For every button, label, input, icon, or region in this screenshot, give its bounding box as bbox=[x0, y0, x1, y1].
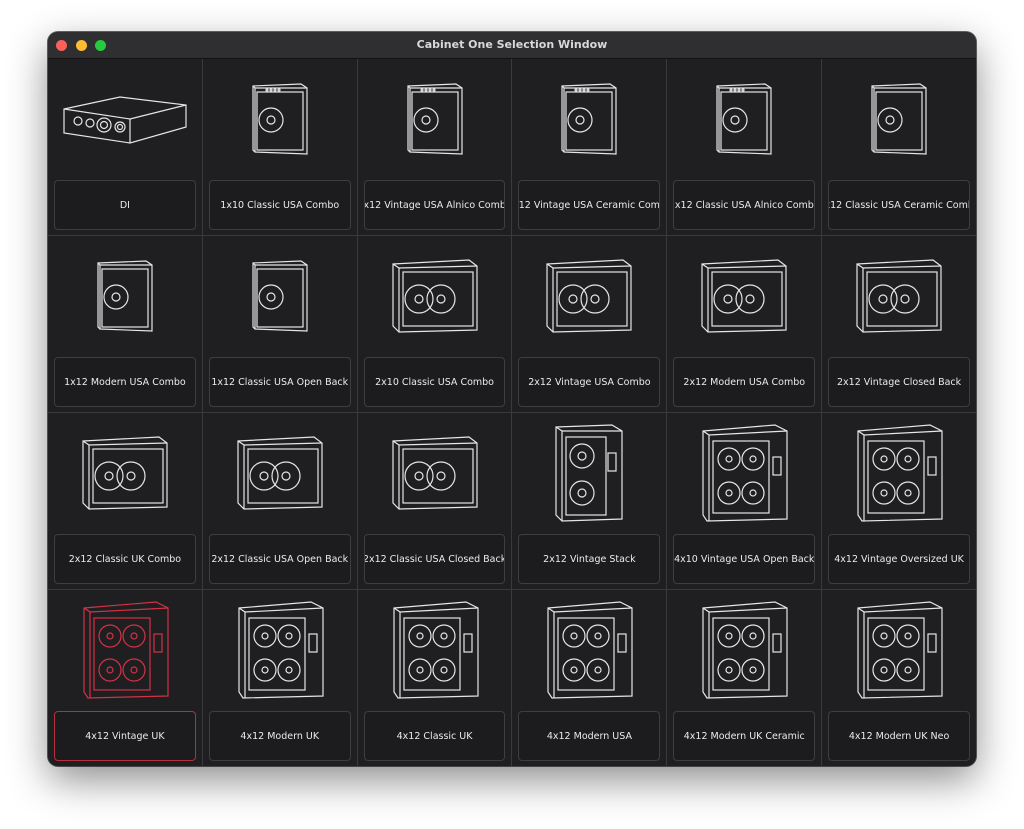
speaker-cabinet-icon[interactable] bbox=[822, 598, 976, 702]
speaker-cabinet-icon[interactable] bbox=[822, 421, 976, 525]
cabinet-select-button[interactable]: 4x12 Vintage UK bbox=[54, 711, 196, 761]
cabinet-select-button[interactable]: 4x12 Modern UK bbox=[208, 711, 351, 761]
cabinet-select-button[interactable]: 1x12 Classic USA Alnico Combo bbox=[673, 180, 816, 230]
window-title: Cabinet One Selection Window bbox=[416, 38, 608, 51]
speaker-cabinet-icon[interactable] bbox=[512, 67, 666, 171]
cabinet-select-button[interactable]: 4x10 Vintage USA Open Back bbox=[673, 534, 816, 584]
cabinet-select-button[interactable]: 2x12 Classic USA Closed Back bbox=[363, 534, 506, 584]
speaker-cabinet-icon[interactable] bbox=[822, 67, 976, 171]
cabinet-cell-2x12-classic-usa-open-back[interactable]: 2x12 Classic USA Open Back bbox=[202, 413, 357, 589]
cabinet-cell-1x12-classic-usa-open-back[interactable]: 1x12 Classic USA Open Back bbox=[202, 236, 357, 412]
speaker-cabinet-icon[interactable] bbox=[203, 598, 357, 702]
cabinet-select-button[interactable]: 2x12 Classic USA Open Back bbox=[208, 534, 351, 584]
cabinet-select-button[interactable]: 2x12 Vintage Stack bbox=[518, 534, 661, 584]
speaker-cabinet-icon[interactable] bbox=[358, 598, 512, 702]
speaker-cabinet-icon[interactable] bbox=[512, 421, 666, 525]
cabinet-select-button[interactable]: 1x12 Modern USA Combo bbox=[54, 357, 196, 407]
cabinet-cell-4x10-vintage-usa-open-back[interactable]: 4x10 Vintage USA Open Back bbox=[667, 413, 822, 589]
cabinet-cell-4x12-vintage-uk[interactable]: 4x12 Vintage UK bbox=[48, 590, 202, 766]
cabinet-select-button[interactable]: 2x12 Vintage Closed Back bbox=[828, 357, 970, 407]
cabinet-grid: DI 1x10 Classic USA Combo 1x12 Vintage USA… bbox=[48, 59, 976, 766]
cabinet-cell-2x12-classic-uk-combo[interactable]: 2x12 Classic UK Combo bbox=[48, 413, 202, 589]
cabinet-cell-4x12-modern-uk[interactable]: 4x12 Modern UK bbox=[202, 590, 357, 766]
speaker-cabinet-icon[interactable] bbox=[512, 598, 666, 702]
speaker-cabinet-icon[interactable] bbox=[667, 421, 821, 525]
speaker-cabinet-icon[interactable] bbox=[358, 244, 512, 348]
cabinet-select-button[interactable]: 2x12 Vintage USA Combo bbox=[518, 357, 661, 407]
cabinet-cell-1x12-modern-usa-combo[interactable]: 1x12 Modern USA Combo bbox=[48, 236, 202, 412]
cabinet-cell-2x12-vintage-closed-back[interactable]: 2x12 Vintage Closed Back bbox=[822, 236, 976, 412]
speaker-cabinet-icon[interactable] bbox=[358, 421, 512, 525]
cabinet-select-button[interactable]: 4x12 Classic UK bbox=[363, 711, 506, 761]
cabinet-cell-1x12-classic-usa-alnico-combo[interactable]: 1x12 Classic USA Alnico Combo bbox=[667, 59, 822, 235]
speaker-cabinet-icon[interactable] bbox=[48, 598, 202, 702]
speaker-cabinet-icon[interactable] bbox=[203, 421, 357, 525]
cabinet-cell-2x12-classic-usa-closed-back[interactable]: 2x12 Classic USA Closed Back bbox=[357, 413, 512, 589]
cabinet-cell-1x12-vintage-usa-alnico-combo[interactable]: 1x12 Vintage USA Alnico Combo bbox=[357, 59, 512, 235]
cabinet-cell-4x12-modern-uk-neo[interactable]: 4x12 Modern UK Neo bbox=[822, 590, 976, 766]
cabinet-select-button[interactable]: 1x12 Classic USA Ceramic Combo bbox=[828, 180, 970, 230]
cabinet-select-button[interactable]: 1x12 Vintage USA Alnico Combo bbox=[363, 180, 506, 230]
title-bar[interactable]: Cabinet One Selection Window bbox=[48, 32, 976, 59]
cabinet-select-button[interactable]: 4x12 Modern USA bbox=[518, 711, 661, 761]
cabinet-cell-2x12-modern-usa-combo[interactable]: 2x12 Modern USA Combo bbox=[667, 236, 822, 412]
cabinet-cell-2x10-classic-usa-combo[interactable]: 2x10 Classic USA Combo bbox=[357, 236, 512, 412]
cabinet-select-button[interactable]: 4x12 Modern UK Ceramic bbox=[673, 711, 816, 761]
cabinet-cell-4x12-modern-usa[interactable]: 4x12 Modern USA bbox=[512, 590, 667, 766]
cabinet-cell-1x12-classic-usa-ceramic-combo[interactable]: 1x12 Classic USA Ceramic Combo bbox=[822, 59, 976, 235]
speaker-cabinet-icon[interactable] bbox=[48, 244, 202, 348]
speaker-cabinet-icon[interactable] bbox=[512, 244, 666, 348]
cabinet-cell-2x12-vintage-stack[interactable]: 2x12 Vintage Stack bbox=[512, 413, 667, 589]
speaker-cabinet-icon[interactable] bbox=[822, 244, 976, 348]
cabinet-select-button[interactable]: 1x12 Classic USA Open Back bbox=[208, 357, 351, 407]
speaker-cabinet-icon[interactable] bbox=[667, 598, 821, 702]
cabinet-cell-4x12-vintage-oversized-uk[interactable]: 4x12 Vintage Oversized UK bbox=[822, 413, 976, 589]
speaker-cabinet-icon[interactable] bbox=[48, 421, 202, 525]
cabinet-cell-di[interactable]: DI bbox=[48, 59, 202, 235]
cabinet-select-button[interactable]: 2x10 Classic USA Combo bbox=[363, 357, 506, 407]
cabinet-select-button[interactable]: 2x12 Classic UK Combo bbox=[54, 534, 196, 584]
speaker-cabinet-icon[interactable] bbox=[358, 67, 512, 171]
cabinet-select-button[interactable]: 4x12 Modern UK Neo bbox=[828, 711, 970, 761]
cabinet-select-button[interactable]: 1x10 Classic USA Combo bbox=[208, 180, 351, 230]
cabinet-select-button[interactable]: 4x12 Vintage Oversized UK bbox=[828, 534, 970, 584]
cabinet-selection-window: Cabinet One Selection Window DI 1x10 Clas… bbox=[48, 32, 976, 766]
cabinet-select-button[interactable]: 2x12 Modern USA Combo bbox=[673, 357, 816, 407]
speaker-cabinet-icon[interactable] bbox=[667, 244, 821, 348]
di-box-icon[interactable] bbox=[48, 67, 202, 171]
cabinet-cell-4x12-classic-uk[interactable]: 4x12 Classic UK bbox=[357, 590, 512, 766]
speaker-cabinet-icon[interactable] bbox=[667, 67, 821, 171]
speaker-cabinet-icon[interactable] bbox=[203, 244, 357, 348]
cabinet-select-button[interactable]: DI bbox=[54, 180, 196, 230]
cabinet-cell-1x10-classic-usa-combo[interactable]: 1x10 Classic USA Combo bbox=[202, 59, 357, 235]
speaker-cabinet-icon[interactable] bbox=[203, 67, 357, 171]
cabinet-cell-1x12-vintage-usa-ceramic-combo[interactable]: 1x12 Vintage USA Ceramic Combo bbox=[512, 59, 667, 235]
cabinet-select-button[interactable]: 1x12 Vintage USA Ceramic Combo bbox=[518, 180, 661, 230]
cabinet-cell-4x12-modern-uk-ceramic[interactable]: 4x12 Modern UK Ceramic bbox=[667, 590, 822, 766]
cabinet-cell-2x12-vintage-usa-combo[interactable]: 2x12 Vintage USA Combo bbox=[512, 236, 667, 412]
